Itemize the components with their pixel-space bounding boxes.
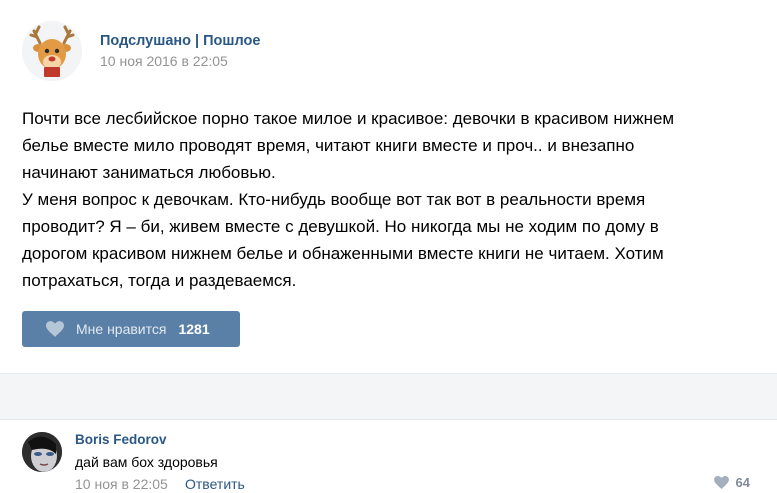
comment-author-avatar[interactable] [22, 432, 62, 472]
comment-like-button[interactable]: 64 [713, 475, 750, 490]
deer-icon [22, 21, 82, 81]
user-photo-icon [22, 432, 62, 472]
post-page: Подслушано | Пошлое 10 ноя 2016 в 22:05 … [0, 0, 777, 493]
comment-like-count: 64 [735, 475, 750, 490]
post-text-line: проводит? Я – би, живем вместе с девушко… [22, 217, 659, 236]
post-text-line: дорогом красивом нижнем белье и обнаженн… [22, 244, 664, 263]
like-count: 1281 [178, 321, 210, 337]
post-text-line: белье вместе мило проводят время, читают… [22, 136, 635, 155]
comment-author-link[interactable]: Boris Fedorov [75, 432, 167, 447]
comment-reply-link[interactable]: Ответить [185, 476, 245, 492]
like-button[interactable]: Мне нравится 1281 [22, 311, 240, 347]
comments-separator [0, 373, 777, 420]
like-label: Мне нравится [76, 321, 167, 337]
comment-text: дай вам бох здоровья [75, 454, 218, 470]
post-text: Почти все лесбийское порно такое милое и… [22, 105, 752, 294]
heart-icon [46, 321, 66, 337]
post-text-line: потрахаться, тогда и раздеваемся. [22, 271, 297, 290]
post-text-line: начинают заниматься любовью. [22, 163, 276, 182]
group-name-link[interactable]: Подслушано | Пошлое [100, 33, 260, 49]
group-avatar[interactable] [22, 21, 82, 81]
heart-icon [713, 476, 730, 489]
post-text-line: Почти все лесбийское порно такое милое и… [22, 109, 675, 128]
post-text-line: У меня вопрос к девочкам. Кто-нибудь воо… [22, 190, 646, 209]
comment-date[interactable]: 10 ноя в 22:05 [75, 476, 168, 492]
post-date[interactable]: 10 ноя 2016 в 22:05 [100, 53, 228, 69]
